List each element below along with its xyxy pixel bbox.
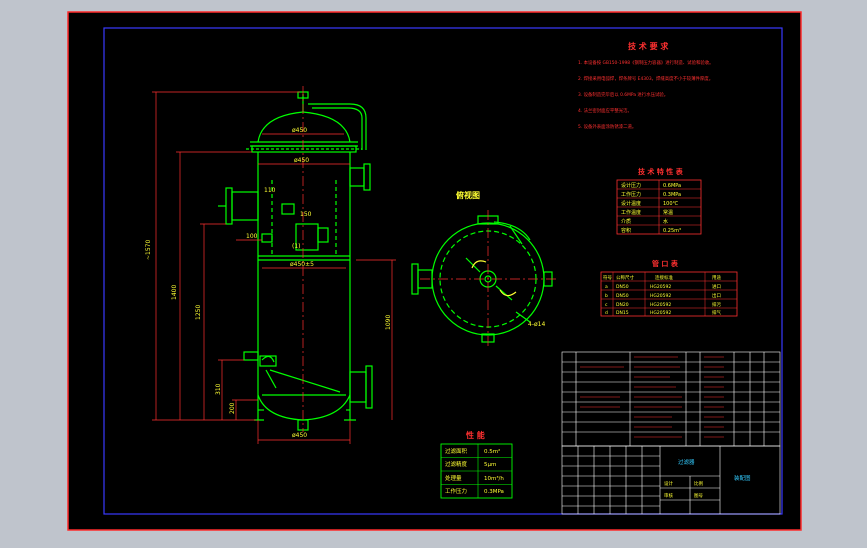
- dim-height-5: 310: [215, 383, 222, 395]
- perf-row-1-name: 过滤面积: [445, 447, 468, 455]
- spec-row-6-name: 容积: [621, 227, 631, 234]
- part-marker: (1): [292, 243, 301, 250]
- nozzle-row-3-use: 排污: [712, 301, 721, 308]
- spec-row-5-name: 介质: [621, 218, 631, 225]
- nozzle-header-4: 用途: [712, 274, 721, 281]
- nozzle-row-1-size: DN50: [616, 284, 629, 290]
- nozzle-label-c: 150: [300, 211, 312, 218]
- dim-height-4: 1090: [385, 315, 392, 330]
- spec-row-4-name: 工作温度: [621, 209, 641, 216]
- nozzle-row-1-use: 进口: [712, 283, 721, 290]
- spec-row-3-value: 100℃: [663, 201, 679, 207]
- nozzle-row-1-standard: HG20592: [650, 284, 671, 290]
- spec-row-3-name: 设计温度: [621, 200, 641, 207]
- nozzle-label-b: 100: [246, 233, 258, 240]
- dim-height-6: 200: [229, 402, 236, 414]
- nozzle-row-2-use: 出口: [712, 292, 721, 299]
- spec-row-2-name: 工作压力: [621, 191, 641, 198]
- spec-row-2-value: 0.3MPa: [663, 192, 681, 198]
- sheet-outer-border: [67, 11, 802, 531]
- spec-table-title: 技 术 特 性 表: [638, 167, 684, 176]
- cad-drawing-viewport: ø450 ø450 ø450±5 ø450 ~1570 1400 1250 10…: [0, 0, 867, 544]
- title-block-right-label: 装配图: [734, 474, 751, 482]
- nozzle-row-4-standard: HG20592: [650, 310, 671, 316]
- perf-row-4-name: 工作压力: [445, 487, 467, 495]
- perf-row-3-value: 10m³/h: [484, 475, 504, 482]
- nozzle-row-4-use: 排气: [712, 309, 721, 316]
- spec-row-5-value: 水: [663, 218, 668, 225]
- tech-req-line-4: 4. 法兰密封面应平整光洁。: [578, 107, 632, 114]
- nozzle-row-1-symbol: a: [605, 285, 608, 290]
- perf-row-2-value: 5μm: [484, 462, 496, 468]
- tech-req-line-3: 3. 设备制造完毕后以 0.6MPa 进行水压试验。: [578, 91, 668, 98]
- nozzle-header-2: 公称尺寸: [616, 274, 634, 281]
- nozzle-row-2-symbol: b: [605, 293, 608, 299]
- nozzle-row-2-standard: HG20592: [650, 293, 671, 299]
- title-block-label-1: 设计: [664, 480, 673, 487]
- nozzle-row-4-symbol: d: [605, 310, 608, 316]
- title-block-label-2: 审核: [664, 492, 673, 499]
- tech-req-line-5: 5. 设备外表面涂防锈漆二道。: [578, 123, 636, 130]
- spec-row-1-value: 0.6MPa: [663, 183, 681, 189]
- spec-row-1-name: 设计压力: [621, 182, 641, 189]
- tech-req-line-2: 2. 焊接采用电弧焊，焊条牌号 E4303，焊缝高度不小于较薄件厚度。: [578, 75, 713, 82]
- nozzle-header-1: 符号: [603, 274, 612, 281]
- spec-row-4-value: 常温: [663, 209, 673, 216]
- perf-row-1-value: 0.5m²: [484, 448, 500, 455]
- title-block-label-3: 比例: [694, 480, 703, 487]
- dim-overall-height: ~1570: [145, 240, 152, 260]
- tech-req-line-1: 1. 本设备按 GB150-1998《钢制压力容器》进行制造、试验和验收。: [578, 59, 714, 66]
- dim-body-diameter: ø450: [294, 157, 309, 164]
- plan-bolt-note: 4-ø14: [528, 321, 545, 328]
- cad-drawing: ø450 ø450 ø450±5 ø450 ~1570 1400 1250 10…: [67, 11, 802, 531]
- title-block-label-4: 图号: [694, 493, 703, 499]
- title-block-center-label: 过滤器: [678, 458, 695, 466]
- nozzle-row-3-standard: HG20592: [650, 302, 671, 308]
- dim-inner-diameter: ø450±5: [290, 261, 314, 268]
- nozzle-table-title: 管 口 表: [652, 259, 679, 268]
- perf-row-4-value: 0.3MPa: [484, 489, 504, 495]
- performance-title: 性 能: [466, 430, 485, 440]
- plan-view-title: 俯视图: [456, 190, 480, 200]
- perf-row-3-name: 处理量: [445, 474, 462, 482]
- nozzle-row-3-size: DN20: [616, 302, 629, 308]
- nozzle-label-a: 110: [264, 187, 276, 194]
- nozzle-row-2-size: DN50: [616, 293, 629, 299]
- dim-height-3: 1250: [195, 305, 202, 320]
- dim-top-diameter: ø450: [292, 127, 307, 134]
- nozzle-header-3: 连接标准: [655, 274, 673, 281]
- nozzle-row-4-size: DN15: [616, 310, 629, 316]
- spec-row-6-value: 0.25m³: [663, 228, 681, 234]
- tech-req-title: 技 术 要 求: [628, 41, 669, 51]
- dim-bottom-diameter: ø450: [292, 432, 307, 439]
- dim-height-2: 1400: [171, 285, 178, 300]
- perf-row-2-name: 过滤精度: [445, 460, 468, 468]
